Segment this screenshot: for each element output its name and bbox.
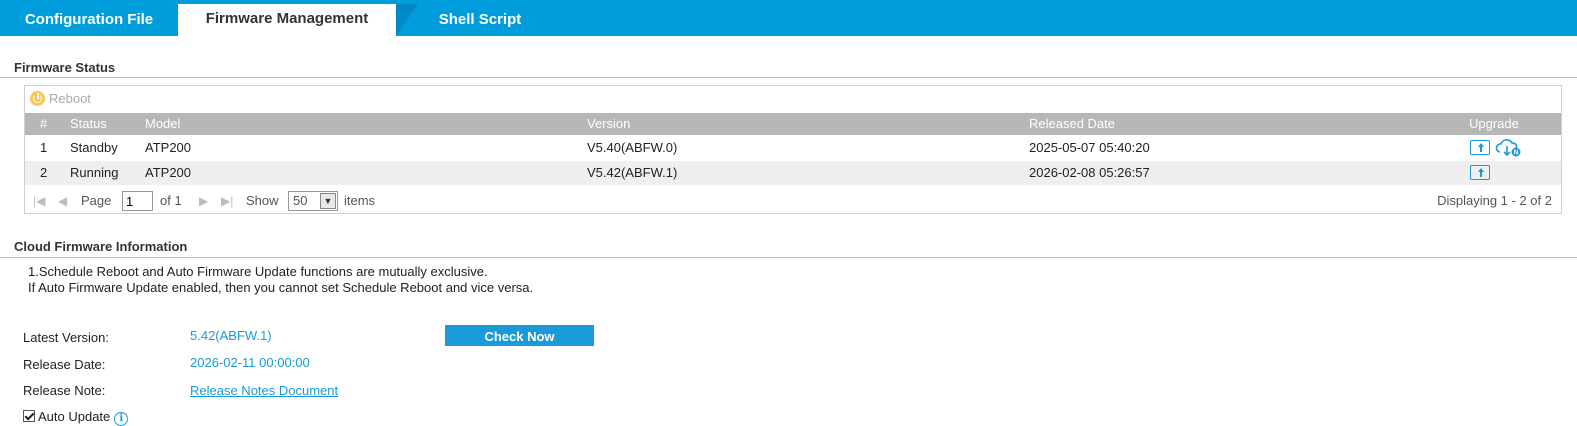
- section-divider: [0, 77, 1577, 78]
- svg-text:N: N: [1513, 150, 1518, 157]
- row-status: Running: [70, 165, 119, 180]
- latest-version-value: 5.42(ABFW.1): [190, 328, 272, 343]
- next-page-icon[interactable]: ▶: [199, 192, 208, 210]
- release-date-label: Release Date:: [23, 357, 106, 372]
- tab-firmware-management[interactable]: Firmware Management: [178, 4, 396, 36]
- chevron-down-icon: ▼: [320, 193, 336, 209]
- exclusive-note-line2: If Auto Firmware Update enabled, then yo…: [28, 280, 534, 295]
- firmware-status-title: Firmware Status: [14, 60, 116, 75]
- tab-divider: [396, 4, 418, 36]
- reboot-label: Reboot: [49, 91, 91, 106]
- previous-page-icon[interactable]: ◀: [58, 192, 67, 210]
- row-version: V5.40(ABFW.0): [587, 140, 678, 155]
- latest-version-label: Latest Version:: [23, 330, 109, 345]
- items-per-page-select[interactable]: 50 ▼: [288, 191, 338, 211]
- exclusive-note-line1: 1.Schedule Reboot and Auto Firmware Upda…: [28, 264, 488, 279]
- reboot-button[interactable]: Reboot: [30, 91, 91, 109]
- page-number-input[interactable]: [122, 191, 153, 211]
- grid-toolbar: Reboot: [25, 86, 1561, 113]
- displaying-count: Displaying 1 - 2 of 2: [1437, 193, 1552, 208]
- show-label: Show: [246, 193, 279, 208]
- last-page-icon[interactable]: ▶|: [221, 192, 233, 210]
- column-header-version[interactable]: Version: [587, 113, 630, 135]
- release-notes-link[interactable]: Release Notes Document: [190, 383, 338, 398]
- row-released-date: 2026-02-08 05:26:57: [1029, 165, 1150, 180]
- column-header-released-date[interactable]: Released Date: [1029, 113, 1115, 135]
- page-count-label: of 1: [160, 193, 182, 208]
- table-row[interactable]: 1 Standby ATP200 V5.40(ABFW.0) 2025-05-0…: [25, 136, 1561, 160]
- row-model: ATP200: [145, 140, 192, 155]
- tab-bar: Configuration File Firmware Management S…: [0, 0, 1577, 36]
- auto-update-row: Auto Update i: [23, 409, 129, 426]
- release-date-value: 2026-02-11 00:00:00: [190, 355, 310, 370]
- items-per-page-value: 50: [293, 193, 308, 208]
- first-page-icon[interactable]: |◀: [33, 192, 45, 210]
- cloud-firmware-title: Cloud Firmware Information: [14, 239, 188, 254]
- column-header-status[interactable]: Status: [70, 113, 107, 135]
- row-version: V5.42(ABFW.1): [587, 165, 678, 180]
- tab-shell-script[interactable]: Shell Script: [418, 4, 542, 36]
- upload-icon[interactable]: [1470, 140, 1490, 155]
- power-icon: [30, 91, 45, 106]
- auto-update-label: Auto Update: [38, 409, 111, 424]
- pagination-bar: |◀ ◀ Page of 1 ▶ ▶| Show 50 ▼ items Disp…: [25, 187, 1561, 214]
- grid-header: # Status Model Version Released Date Upg…: [25, 113, 1561, 135]
- upload-icon[interactable]: [1470, 165, 1490, 180]
- column-header-upgrade[interactable]: Upgrade: [1469, 113, 1519, 135]
- tab-configuration-file[interactable]: Configuration File: [0, 4, 178, 36]
- row-number: 2: [40, 165, 48, 180]
- column-header-model[interactable]: Model: [145, 113, 180, 135]
- row-released-date: 2025-05-07 05:40:20: [1029, 140, 1150, 155]
- table-row[interactable]: 2 Running ATP200 V5.42(ABFW.1) 2026-02-0…: [25, 161, 1561, 185]
- check-now-button[interactable]: Check Now: [445, 325, 594, 346]
- info-icon[interactable]: i: [114, 412, 129, 426]
- firmware-grid: Reboot # Status Model Version Released D…: [24, 85, 1562, 214]
- row-model: ATP200: [145, 165, 192, 180]
- column-header-number[interactable]: #: [40, 113, 47, 135]
- release-note-label: Release Note:: [23, 383, 106, 398]
- row-number: 1: [40, 140, 48, 155]
- page-label: Page: [81, 193, 112, 208]
- items-label: items: [344, 193, 376, 208]
- auto-update-checkbox[interactable]: [23, 410, 35, 422]
- row-status: Standby: [70, 140, 118, 155]
- cloud-download-icon[interactable]: N: [1495, 139, 1521, 157]
- section-divider: [0, 257, 1577, 258]
